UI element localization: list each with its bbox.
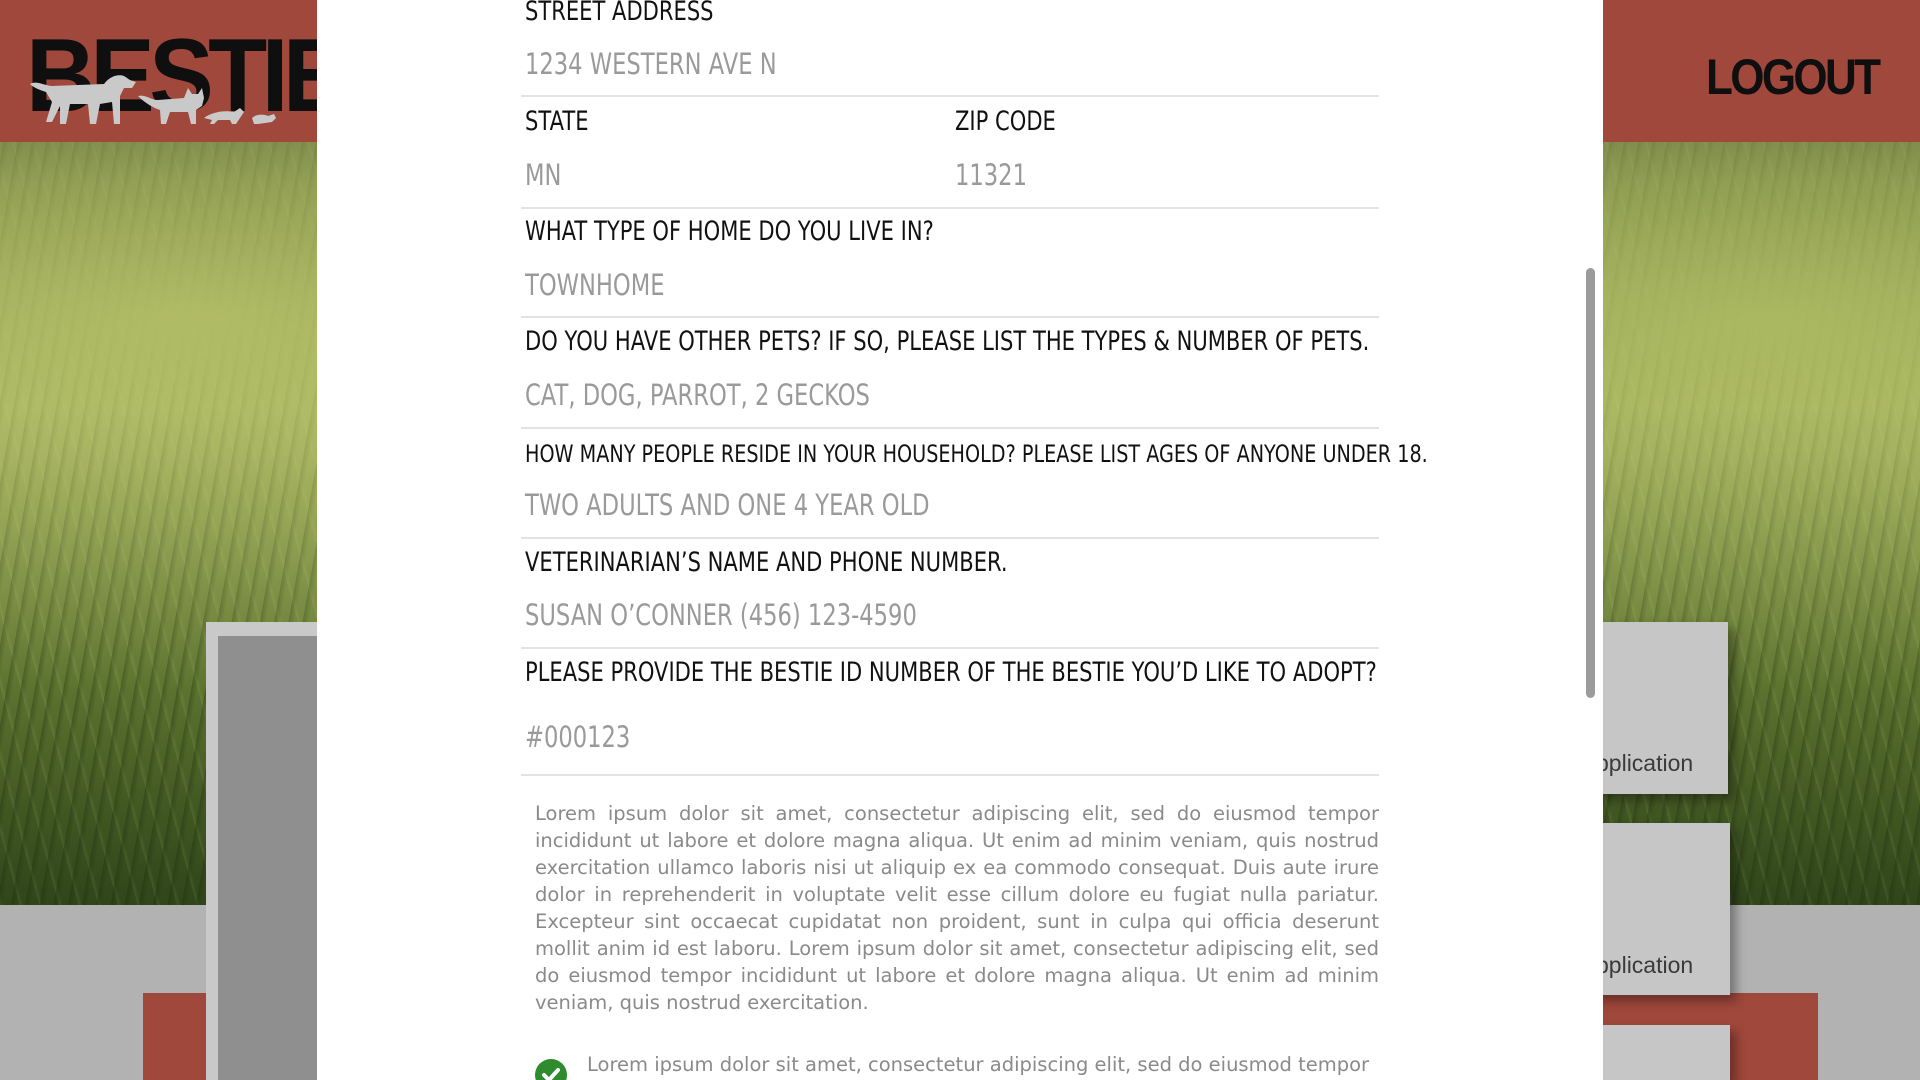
application-card-label: pplication bbox=[1596, 952, 1694, 978]
checkmark-glyph bbox=[542, 1068, 560, 1080]
home-type-label: WHAT TYPE OF HOME DO YOU LIVE IN? bbox=[525, 216, 934, 247]
header-right-bar: LOGOUT bbox=[1603, 0, 1920, 142]
street-address-label: STREET ADDRESS bbox=[525, 0, 714, 27]
field-divider bbox=[521, 427, 1379, 429]
zip-code-label: ZIP CODE bbox=[955, 106, 1056, 137]
state-label: STATE bbox=[525, 106, 589, 137]
modal-scrollbar-thumb[interactable] bbox=[1586, 268, 1595, 698]
household-value[interactable]: TWO ADULTS AND ONE 4 YEAR OLD bbox=[525, 488, 930, 522]
household-label: HOW MANY PEOPLE RESIDE IN YOUR HOUSEHOLD… bbox=[525, 440, 1428, 468]
field-divider bbox=[521, 316, 1379, 318]
header-left-bar: BESTIE bbox=[0, 0, 347, 142]
field-divider bbox=[521, 774, 1379, 776]
background-red-block bbox=[143, 993, 206, 1080]
bestie-id-label: PLEASE PROVIDE THE BESTIE ID NUMBER OF T… bbox=[525, 657, 1377, 688]
veterinarian-value[interactable]: SUSAN O’CONNER (456) 123-4590 bbox=[525, 598, 917, 632]
checkmark-circle-icon[interactable] bbox=[535, 1059, 567, 1080]
home-type-value[interactable]: TOWNHOME bbox=[525, 268, 665, 302]
state-value[interactable]: MN bbox=[525, 158, 561, 192]
field-divider bbox=[521, 647, 1379, 649]
logout-button[interactable]: LOGOUT bbox=[1706, 48, 1881, 106]
agreement-text: Lorem ipsum dolor sit amet, consectetur … bbox=[587, 1053, 1370, 1076]
other-pets-label: DO YOU HAVE OTHER PETS? IF SO, PLEASE LI… bbox=[525, 326, 1370, 357]
other-pets-value[interactable]: CAT, DOG, PARROT, 2 GECKOS bbox=[525, 378, 870, 412]
zip-code-value[interactable]: 11321 bbox=[955, 158, 1027, 192]
veterinarian-label: VETERINARIAN’S NAME AND PHONE NUMBER. bbox=[525, 547, 1008, 578]
bestie-logo[interactable]: BESTIE bbox=[26, 22, 347, 130]
animal-silhouettes-icon bbox=[30, 75, 276, 124]
bestie-id-value[interactable]: #000123 bbox=[525, 720, 630, 754]
application-card-label: pplication bbox=[1596, 750, 1694, 776]
field-divider bbox=[521, 95, 1379, 97]
adoption-application-modal: STREET ADDRESS 1234 WESTERN AVE N STATE … bbox=[317, 0, 1603, 1080]
terms-paragraph: Lorem ipsum dolor sit amet, consectetur … bbox=[535, 802, 1379, 1014]
field-divider bbox=[521, 537, 1379, 539]
street-address-value[interactable]: 1234 WESTERN AVE N bbox=[525, 47, 777, 81]
background-panel-inner bbox=[218, 636, 317, 1080]
field-divider bbox=[521, 207, 1379, 209]
